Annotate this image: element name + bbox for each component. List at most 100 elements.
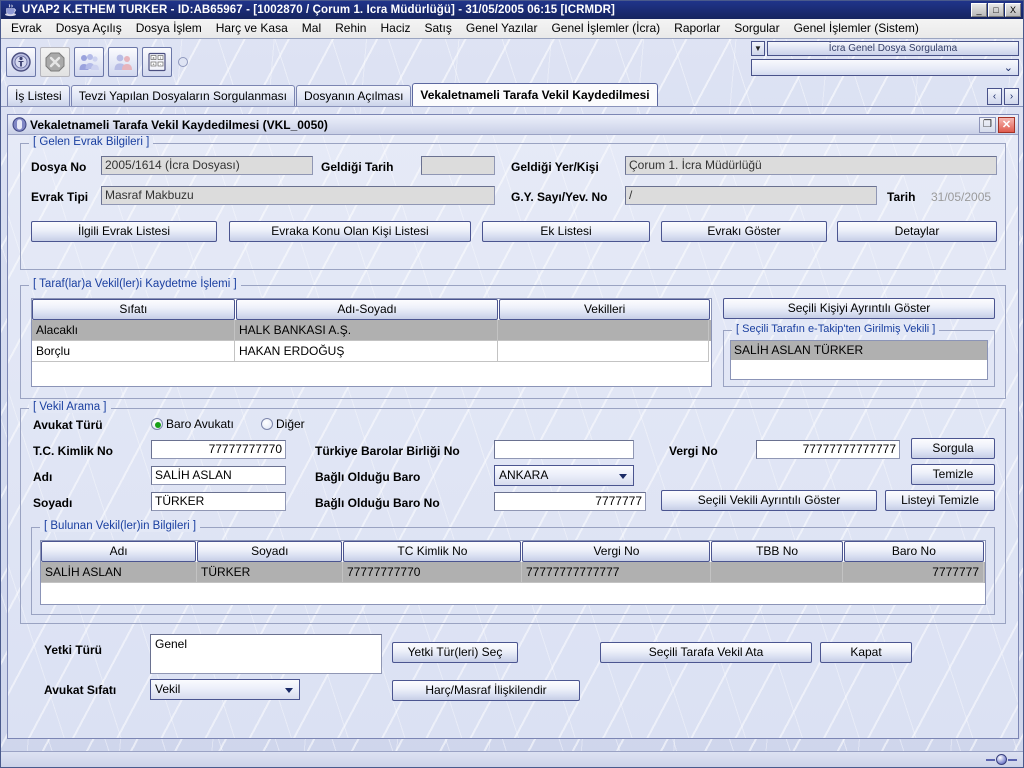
maximize-button[interactable]: □ xyxy=(988,3,1004,17)
yetki-turu-textarea[interactable]: Genel xyxy=(150,634,382,674)
quick-query-combo[interactable]: ⌄ xyxy=(751,59,1019,76)
bulunan-vekiller-table[interactable]: Adı Soyadı TC Kimlik No Vergi No TBB No … xyxy=(40,540,986,605)
listeyi-temizle-button[interactable]: Listeyi Temizle xyxy=(885,490,995,511)
etakip-vekil-list[interactable]: SALİH ASLAN TÜRKER xyxy=(730,340,988,380)
bulunan-vekiller-empty-area xyxy=(41,583,985,604)
gelen-evrak-legend: [ Gelen Evrak Bilgileri ] xyxy=(29,136,154,148)
taraf-col-vekiller[interactable]: Vekilleri xyxy=(499,299,710,320)
vekil-col-tbb[interactable]: TBB No xyxy=(711,541,843,562)
tab-next-button[interactable]: › xyxy=(1004,88,1019,105)
secili-kisiyi-ayrintili-goster-button[interactable]: Seçili Kişiyi Ayrıntılı Göster xyxy=(723,298,995,319)
ilgili-evrak-listesi-button[interactable]: İlgili Evrak Listesi xyxy=(31,221,217,242)
restore-button[interactable]: ❐ xyxy=(979,116,996,133)
tc-kimlik-no-input[interactable]: 77777777770 xyxy=(151,440,286,459)
vekil-cell-soyadi: TÜRKER xyxy=(197,562,343,583)
menu-evrak[interactable]: Evrak xyxy=(4,20,49,37)
connection-indicator-icon xyxy=(986,754,1017,765)
vekil-col-vergi[interactable]: Vergi No xyxy=(522,541,711,562)
menu-satis[interactable]: Satış xyxy=(418,20,459,37)
soyadi-input[interactable]: TÜRKER xyxy=(151,492,286,511)
table-row[interactable]: Alacaklı HALK BANKASI A.Ş. xyxy=(32,320,711,341)
tab-vekaletnameli-vekil[interactable]: Vekaletnameli Tarafa Vekil Kaydedilmesi xyxy=(412,83,658,106)
geldigi-tarih-field[interactable] xyxy=(421,156,495,175)
window-controls: _ □ X xyxy=(971,3,1021,17)
two-people-icon[interactable] xyxy=(108,46,138,77)
etakip-vekil-group: [ Seçili Tarafın e-Takip'ten Girilmiş Ve… xyxy=(723,323,995,387)
minimize-button[interactable]: _ xyxy=(971,3,987,17)
bagli-baro-combo[interactable]: ANKARA xyxy=(494,465,634,486)
menu-mal[interactable]: Mal xyxy=(295,20,328,37)
internal-frame: Vekaletnameli Tarafa Vekil Kaydedilmesi … xyxy=(7,114,1019,739)
vergi-no-input[interactable]: 77777777777777 xyxy=(756,440,900,459)
adi-input[interactable]: SALİH ASLAN xyxy=(151,466,286,485)
close-button[interactable]: X xyxy=(1005,3,1021,17)
menu-raporlar[interactable]: Raporlar xyxy=(667,20,727,37)
table-row[interactable]: Borçlu HAKAN ERDOĞUŞ xyxy=(32,341,711,362)
evrak-tipi-field[interactable]: Masraf Makbuzu xyxy=(101,186,495,205)
taraf-col-adsoyad[interactable]: Adı-Soyadı xyxy=(235,299,499,320)
tab-tevzi-sorgulama[interactable]: Tevzi Yapılan Dosyaların Sorgulanması xyxy=(70,85,296,106)
menu-sorgular[interactable]: Sorgular xyxy=(727,20,786,37)
geldigi-yer-field[interactable]: Çorum 1. İcra Müdürlüğü xyxy=(625,156,997,175)
statusbar xyxy=(1,751,1023,767)
bagli-baro-label: Bağlı Olduğu Baro xyxy=(315,470,421,484)
secili-vekili-ayrintili-goster-button[interactable]: Seçili Vekili Ayrıntılı Göster xyxy=(661,490,877,511)
tab-navigation: ‹ › xyxy=(987,88,1019,105)
taraf-table[interactable]: Sıfatı Adı-Soyadı Vekilleri Alacaklı HAL… xyxy=(31,298,712,387)
sorgula-button[interactable]: Sorgula xyxy=(911,438,995,459)
menu-dosya-islem[interactable]: Dosya İşlem xyxy=(129,20,209,37)
tarih-value: 31/05/2005 xyxy=(931,190,992,204)
evrak-tipi-label: Evrak Tipi xyxy=(31,190,89,204)
tab-is-listesi[interactable]: İş Listesi xyxy=(7,85,70,106)
menu-genel-islemler-icra[interactable]: Genel İşlemler (İcra) xyxy=(544,20,667,37)
info-person-icon[interactable] xyxy=(6,46,36,77)
vekil-col-adi[interactable]: Adı xyxy=(41,541,197,562)
bottom-panel: Yetki Türü Genel Yetki Tür(leri) Seç Seç… xyxy=(20,628,1006,716)
tab-prev-button[interactable]: ‹ xyxy=(987,88,1002,105)
menu-rehin[interactable]: Rehin xyxy=(328,20,373,37)
tab-dosyanin-acilmasi[interactable]: Dosyanın Açılması xyxy=(296,85,412,106)
tbb-no-input[interactable] xyxy=(494,440,634,459)
evraka-konu-kisi-listesi-button[interactable]: Evraka Konu Olan Kişi Listesi xyxy=(229,221,471,242)
tc-kimlik-no-label: T.C. Kimlik No xyxy=(33,444,114,458)
ek-listesi-button[interactable]: Ek Listesi xyxy=(482,221,650,242)
menu-dosya-acilis[interactable]: Dosya Açılış xyxy=(49,20,129,37)
avukat-sifati-combo[interactable]: Vekil xyxy=(150,679,300,700)
calculator-icon[interactable]: x / + - xyxy=(142,46,172,77)
internal-frame-titlebar: Vekaletnameli Tarafa Vekil Kaydedilmesi … xyxy=(8,115,1018,135)
internal-frame-controls: ❐ ✕ xyxy=(979,116,1018,133)
taraf-cell-vekiller xyxy=(498,341,709,362)
dosya-no-label: Dosya No xyxy=(31,160,87,174)
kapat-button[interactable]: Kapat xyxy=(820,642,912,663)
bagli-baro-no-label: Bağlı Olduğu Baro No xyxy=(315,496,440,510)
vekil-col-tc[interactable]: TC Kimlik No xyxy=(343,541,522,562)
frame-close-button[interactable]: ✕ xyxy=(998,116,1015,133)
vekil-cell-vergi: 77777777777777 xyxy=(522,562,711,583)
evraki-goster-button[interactable]: Evrakı Göster xyxy=(661,221,827,242)
java-cup-icon xyxy=(4,3,18,17)
harc-masraf-iliskilendir-button[interactable]: Harç/Masraf İlişkilendir xyxy=(392,680,580,701)
taraf-col-sifati[interactable]: Sıfatı xyxy=(32,299,235,320)
group-people-icon[interactable] xyxy=(74,46,104,77)
list-item[interactable]: SALİH ASLAN TÜRKER xyxy=(731,341,987,360)
menubar: Evrak Dosya Açılış Dosya İşlem Harç ve K… xyxy=(1,19,1023,39)
quick-query-dropdown-arrow[interactable]: ▼ xyxy=(751,41,765,56)
menu-genel-islemler-sistem[interactable]: Genel İşlemler (Sistem) xyxy=(787,20,926,37)
yetki-turleri-sec-button[interactable]: Yetki Tür(leri) Seç xyxy=(392,642,518,663)
table-row[interactable]: SALİH ASLAN TÜRKER 77777777770 777777777… xyxy=(41,562,985,583)
internal-frame-title: Vekaletnameli Tarafa Vekil Kaydedilmesi … xyxy=(30,117,328,132)
bagli-baro-no-input[interactable]: 7777777 xyxy=(494,492,646,511)
temizle-button[interactable]: Temizle xyxy=(911,464,995,485)
vekil-col-barono[interactable]: Baro No xyxy=(843,541,984,562)
quick-query-label[interactable]: İcra Genel Dosya Sorgulama xyxy=(767,41,1019,56)
radio-diger[interactable]: Diğer xyxy=(261,417,305,431)
dosya-no-field[interactable]: 2005/1614 (İcra Dosyası) xyxy=(101,156,313,175)
detaylar-button[interactable]: Detaylar xyxy=(837,221,997,242)
radio-baro-avukati[interactable]: Baro Avukatı xyxy=(151,417,234,431)
vekil-col-soyadi[interactable]: Soyadı xyxy=(197,541,343,562)
menu-haciz[interactable]: Haciz xyxy=(373,20,417,37)
secili-tarafa-vekil-ata-button[interactable]: Seçili Tarafa Vekil Ata xyxy=(600,642,812,663)
menu-harc-ve-kasa[interactable]: Harç ve Kasa xyxy=(209,20,295,37)
menu-genel-yazilar[interactable]: Genel Yazılar xyxy=(459,20,545,37)
gy-sayi-field[interactable]: / xyxy=(625,186,877,205)
